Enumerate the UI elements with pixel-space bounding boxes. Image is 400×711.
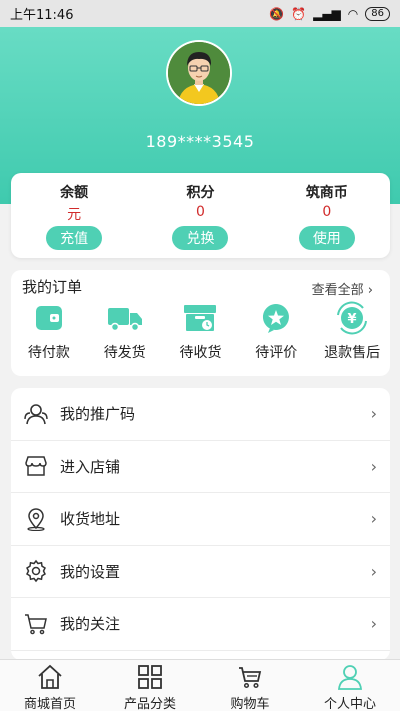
tab-label: 商城首页 (23, 697, 76, 711)
battery-icon: 86 (365, 6, 390, 21)
menu-list: 我的推广码 › 进入店铺 › 收货地址 › 我的设置 › 我的关注 › (11, 388, 390, 660)
balance-card: 余额 元 充值 积分 0 兑换 筑商币 0 使用 (11, 173, 390, 258)
coins-value: 0 (322, 204, 332, 220)
menu-item-settings[interactable]: 我的设置 › (11, 546, 390, 598)
avatar-image (168, 42, 230, 104)
location-pin-icon (23, 506, 49, 532)
menu-item-enter-store[interactable]: 进入店铺 › (11, 441, 390, 493)
order-label: 待收货 (179, 345, 222, 361)
star-badge-icon (258, 300, 294, 336)
tab-label: 购物车 (230, 697, 270, 711)
menu-label: 收货地址 (60, 510, 121, 529)
store-icon (23, 453, 49, 479)
tab-label: 个人中心 (323, 697, 376, 711)
wallet-icon (31, 300, 67, 336)
order-label: 退款售后 (324, 345, 381, 361)
order-refund-aftersale[interactable]: ¥ 退款售后 (314, 300, 390, 370)
order-pending-receipt[interactable]: 待收货 (163, 300, 239, 370)
balance-column-coins: 筑商币 0 使用 (264, 173, 390, 258)
gear-icon (23, 558, 49, 584)
menu-item-promo-code[interactable]: 我的推广码 › (11, 388, 390, 441)
user-phone: 189****3545 (145, 132, 255, 151)
avatar-illustration (168, 42, 230, 104)
alarm-icon: ⏰ (291, 6, 307, 21)
orders-title: 我的订单 (22, 278, 83, 296)
view-all-label: 查看全部 (311, 283, 364, 298)
home-icon (36, 664, 64, 690)
order-pending-payment[interactable]: 待付款 (11, 300, 87, 370)
avatar[interactable] (166, 40, 232, 106)
menu-label: 进入店铺 (60, 457, 121, 476)
menu-item-address[interactable]: 收货地址 › (11, 493, 390, 546)
order-pending-shipment[interactable]: 待发货 (87, 300, 163, 370)
points-value: 0 (196, 204, 205, 220)
chevron-right-icon: › (370, 614, 377, 634)
chevron-right-icon: › (367, 283, 373, 298)
status-time: 上午11:46 (10, 8, 74, 23)
menu-label: 我的推广码 (60, 405, 136, 424)
menu-item-follows[interactable]: 我的关注 › (11, 598, 390, 651)
tab-cart[interactable]: 购物车 (200, 660, 300, 711)
recharge-button[interactable]: 充值 (46, 226, 103, 250)
order-pending-review[interactable]: 待评价 (238, 300, 314, 370)
chevron-right-icon: › (370, 456, 377, 476)
view-all-orders-link[interactable]: 查看全部 › (312, 279, 373, 298)
redeem-button[interactable]: 兑换 (172, 226, 229, 250)
menu-label: 我的关注 (60, 615, 121, 634)
status-icons: 🔕 ⏰ ▂▄▆ ◠ 86 (269, 6, 390, 21)
cart-icon (236, 664, 264, 690)
mute-icon: 🔕 (269, 6, 285, 21)
order-label: 待付款 (27, 345, 70, 361)
balance-column-points: 积分 0 兑换 (137, 173, 263, 258)
order-label: 待发货 (103, 345, 146, 361)
users-icon (23, 401, 49, 427)
tab-label: 产品分类 (123, 697, 176, 711)
bottom-tab-bar: 商城首页 产品分类 购物车 个人中心 (0, 659, 400, 711)
balance-value: 元 (67, 207, 82, 223)
balance-title: 余额 (60, 185, 89, 201)
grid-icon (136, 664, 164, 690)
box-icon (182, 300, 218, 336)
signal-icon: ▂▄▆ (313, 6, 341, 21)
chevron-right-icon: › (370, 404, 377, 424)
status-bar: 上午11:46 🔕 ⏰ ▂▄▆ ◠ 86 (0, 0, 400, 27)
orders-card: 我的订单 查看全部 › 待付款 待发货 待收货 待评价 ¥ 退款售后 (11, 270, 390, 376)
order-label: 待评价 (255, 345, 298, 361)
svg-text:¥: ¥ (348, 312, 357, 327)
chevron-right-icon: › (370, 561, 377, 581)
tab-categories[interactable]: 产品分类 (100, 660, 200, 711)
truck-icon (107, 300, 143, 336)
menu-label: 我的设置 (60, 562, 121, 581)
tab-profile[interactable]: 个人中心 (300, 660, 400, 711)
wifi-icon: ◠ (347, 6, 359, 21)
chevron-right-icon: › (370, 509, 377, 529)
use-coins-button[interactable]: 使用 (298, 226, 355, 250)
tab-home[interactable]: 商城首页 (0, 660, 100, 711)
coins-title: 筑商币 (305, 185, 348, 201)
person-icon (336, 664, 364, 690)
order-status-list: 待付款 待发货 待收货 待评价 ¥ 退款售后 (11, 300, 390, 370)
points-title: 积分 (186, 185, 215, 201)
cart-icon (23, 611, 49, 637)
balance-column-yue: 余额 元 充值 (11, 173, 137, 258)
refund-yen-icon: ¥ (334, 300, 370, 336)
